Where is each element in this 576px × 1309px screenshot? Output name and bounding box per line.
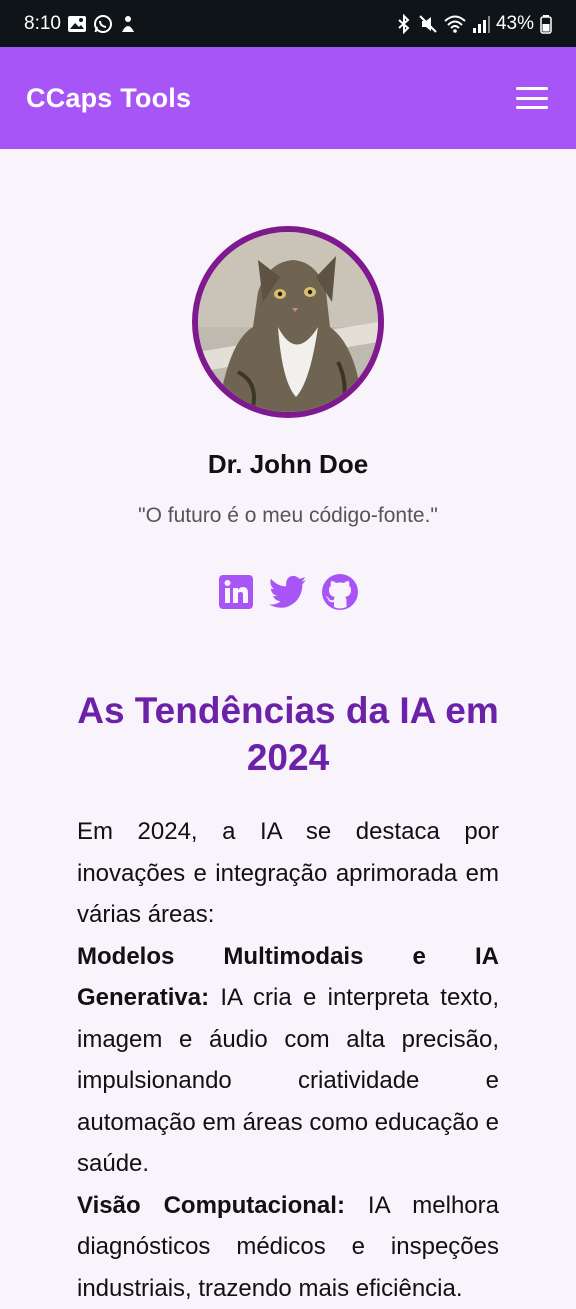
menu-line — [516, 106, 548, 109]
profile-quote: "O futuro é o meu código-fonte." — [0, 504, 576, 528]
app-notification-icon — [119, 14, 137, 34]
signal-icon — [472, 14, 490, 34]
section-text: IA cria e interpreta texto, imagem e áud… — [77, 984, 499, 1177]
gallery-notification-icon — [67, 14, 87, 34]
status-right: 43% — [396, 13, 552, 35]
social-links — [0, 573, 576, 611]
profile-name: Dr. John Doe — [0, 449, 576, 480]
article-intro: Em 2024, a IA se destaca por inovações e… — [77, 811, 499, 936]
twitter-icon[interactable] — [269, 573, 307, 611]
avatar — [192, 226, 384, 418]
cat-photo — [198, 232, 378, 412]
github-icon[interactable] — [321, 573, 359, 611]
battery-icon — [540, 14, 552, 34]
brand-title[interactable]: CCaps Tools — [26, 83, 191, 114]
article-section: Visão Computacional: IA melhora diagnóst… — [77, 1185, 499, 1309]
hamburger-menu-icon[interactable] — [516, 85, 548, 111]
mute-icon — [418, 14, 438, 34]
menu-line — [516, 87, 548, 90]
whatsapp-notification-icon — [93, 14, 113, 34]
article-section: Modelos Multimodais e IA Generativa: IA … — [77, 936, 499, 1185]
battery-percent: 43% — [496, 13, 534, 35]
section-heading: Visão Computacional: — [77, 1192, 345, 1219]
article-title: As Tendências da IA em 2024 — [77, 687, 499, 781]
bluetooth-icon — [396, 14, 412, 34]
app-header: CCaps Tools — [0, 47, 576, 149]
wifi-icon — [444, 14, 466, 34]
linkedin-icon[interactable] — [217, 573, 255, 611]
menu-line — [516, 97, 548, 100]
article: As Tendências da IA em 2024 Em 2024, a I… — [77, 687, 499, 1309]
status-left: 8:10 — [24, 13, 137, 35]
status-bar: 8:10 43% — [0, 0, 576, 47]
clock: 8:10 — [24, 13, 61, 35]
